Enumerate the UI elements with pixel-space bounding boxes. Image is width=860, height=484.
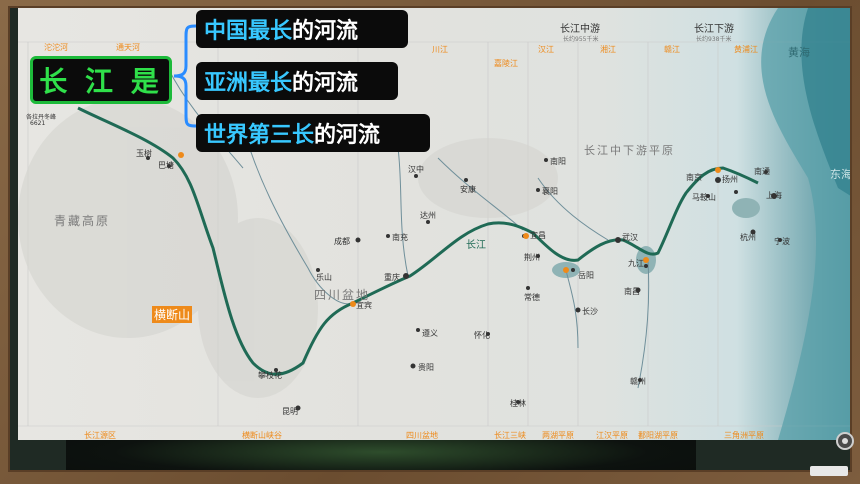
fact-highlight: 世界第三长 bbox=[204, 123, 315, 148]
city-nantong: 南通 bbox=[754, 167, 770, 176]
video-strip bbox=[66, 440, 696, 470]
city-guiyang: 贵阳 bbox=[418, 363, 434, 372]
callout-main: 长 江 是 bbox=[30, 56, 172, 104]
city-yueyang: 岳阳 bbox=[578, 271, 594, 280]
sea-yellow: 黄海 bbox=[788, 46, 810, 59]
fact-rest: 的河流 bbox=[292, 71, 359, 96]
city-yangzhou: 扬州 bbox=[722, 175, 738, 184]
city-yibin: 宜宾 bbox=[356, 301, 372, 310]
city-dazhou: 达州 bbox=[420, 211, 436, 220]
section-lower-length: 长约938千米 bbox=[696, 36, 732, 43]
region-qinghai-tibet: 青藏高原 bbox=[54, 214, 111, 228]
river-label: 长江 bbox=[466, 240, 486, 251]
tributary-jialing: 嘉陵江 bbox=[494, 59, 518, 68]
city-yushu: 玉树 bbox=[136, 149, 152, 158]
section-middle: 长江中游 bbox=[560, 24, 600, 35]
fact-asia-longest: 亚洲最长 的河流 bbox=[196, 62, 398, 100]
city-zunyi: 遵义 bbox=[422, 329, 438, 338]
city-nanjing: 南京 bbox=[686, 173, 702, 182]
tai-lake bbox=[732, 198, 760, 218]
city-changsha: 长沙 bbox=[582, 307, 598, 316]
fact-rest: 的河流 bbox=[292, 19, 359, 44]
city-chongqing: 重庆 bbox=[384, 273, 400, 282]
fact-highlight: 中国最长 bbox=[204, 19, 293, 44]
section-middle-length: 长约955千米 bbox=[563, 36, 599, 43]
city-ganzhou: 赣州 bbox=[630, 377, 646, 386]
tributary-huangpu: 黄浦江 bbox=[734, 45, 758, 54]
tributary-tongtian: 通天河 bbox=[116, 43, 140, 52]
city-nanchang: 南昌 bbox=[624, 287, 640, 296]
city-hangzhou: 杭州 bbox=[740, 233, 756, 242]
city-wuhan: 武汉 bbox=[622, 233, 638, 242]
city-xiangyang: 襄阳 bbox=[542, 187, 558, 196]
fact-highlight: 亚洲最长 bbox=[204, 71, 293, 96]
blackboard: 长江中游 长约955千米 长江下游 长约938千米 沱沱河 通天河 川江 嘉陵江… bbox=[8, 6, 852, 472]
section-delta: 三角洲平原 bbox=[724, 431, 764, 440]
city-chengdu: 成都 bbox=[334, 237, 350, 246]
city-hanzhong: 汉中 bbox=[408, 165, 424, 174]
city-kunming: 昆明 bbox=[282, 407, 298, 416]
record-button-icon[interactable] bbox=[836, 432, 854, 450]
peak-elevation: 6621 bbox=[30, 120, 46, 127]
city-nanchong: 南充 bbox=[392, 233, 408, 242]
sea-east: 东海 bbox=[830, 168, 852, 181]
region-middle-lower-plain: 长江中下游平原 bbox=[584, 144, 675, 157]
tributary-ganjiang: 赣江 bbox=[664, 45, 680, 54]
city-nanyang: 南阳 bbox=[550, 157, 566, 166]
tributary-chuanjiang: 川江 bbox=[432, 45, 448, 54]
city-shanghai: 上海 bbox=[766, 191, 782, 200]
city-jingzhou: 荆州 bbox=[524, 253, 540, 262]
section-lower: 长江下游 bbox=[694, 24, 734, 35]
fact-china-longest: 中国最长 的河流 bbox=[196, 10, 408, 48]
city-maanshan: 马鞍山 bbox=[692, 193, 716, 202]
fact-world-third: 世界第三长 的河流 bbox=[196, 114, 430, 152]
tributary-xiangjiang: 湘江 bbox=[600, 45, 616, 54]
city-batang: 巴塘 bbox=[158, 161, 174, 170]
chalk-eraser bbox=[810, 466, 848, 476]
tributary-hanjiang: 汉江 bbox=[538, 45, 554, 54]
fact-rest: 的河流 bbox=[314, 123, 381, 148]
highlight-hengduan: 横断山 bbox=[152, 306, 193, 323]
city-huaihua: 怀化 bbox=[474, 331, 490, 340]
city-jiujiang: 九江 bbox=[628, 259, 644, 268]
city-guilin: 桂林 bbox=[510, 399, 526, 408]
city-ankang: 安康 bbox=[460, 185, 476, 194]
tributary-tuotuo: 沱沱河 bbox=[44, 43, 68, 52]
city-yichang: 宜昌 bbox=[530, 231, 546, 240]
city-leshan: 乐山 bbox=[316, 273, 332, 282]
city-panzhihua: 攀枝花 bbox=[258, 371, 282, 380]
city-ningbo: 宁波 bbox=[774, 237, 790, 246]
city-changde: 常德 bbox=[524, 293, 540, 302]
